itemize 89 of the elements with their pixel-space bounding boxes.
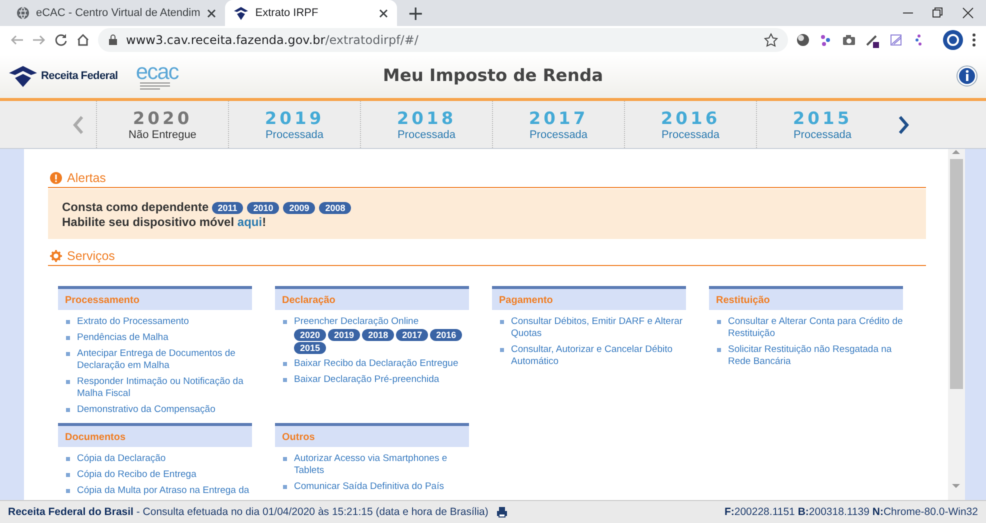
year-tab[interactable]: 2019 Processada xyxy=(228,101,360,148)
bullet-icon xyxy=(66,336,70,340)
bullet-icon xyxy=(66,352,70,356)
alert-icon xyxy=(50,172,62,184)
globe-icon xyxy=(16,6,30,20)
service-link[interactable]: Extrato do Processamento xyxy=(77,316,189,328)
year-badge[interactable]: 2020 xyxy=(294,329,326,341)
service-link[interactable]: Antecipar Entrega de Documentos de Declaração em Malha xyxy=(77,348,252,372)
year-badge[interactable]: 2018 xyxy=(362,329,394,341)
ecac-logo: ecac xyxy=(136,62,178,90)
year-tab[interactable]: 2018 Processada xyxy=(360,101,492,148)
year-badge[interactable]: 2011 xyxy=(212,202,244,214)
year-badge[interactable]: 2010 xyxy=(247,202,280,214)
extension-icon[interactable] xyxy=(796,33,810,47)
camera-icon[interactable] xyxy=(842,33,856,47)
year-badge[interactable]: 2008 xyxy=(319,202,352,214)
year-tab[interactable]: 2017 Processada xyxy=(492,101,624,148)
bullet-icon xyxy=(66,408,70,412)
bullet-icon xyxy=(283,485,287,489)
new-tab-button[interactable]: + xyxy=(407,0,424,26)
service-link[interactable]: Solicitar Restituição não Resgatada na Rede Bancária xyxy=(728,344,903,368)
bullet-icon xyxy=(283,362,287,366)
card-header: Pagamento xyxy=(492,286,686,310)
service-link[interactable]: Autorizar Acesso via Smartphones e Tablets xyxy=(294,453,469,477)
year-tab[interactable]: 2015 Processada xyxy=(756,101,888,148)
info-icon[interactable] xyxy=(956,65,978,87)
year-badge[interactable]: 2019 xyxy=(328,329,360,341)
profile-avatar-icon[interactable] xyxy=(943,30,963,50)
year-tab[interactable]: 2020 Não Entregue xyxy=(96,101,228,148)
bullet-icon xyxy=(283,320,287,324)
service-link[interactable]: Comunicar Saída Definitiva do País xyxy=(294,481,444,493)
status-text: Receita Federal do Brasil - Consulta efetuada no dia 01/04/2020 às 15:21:15 (data e hora de Brasília) xyxy=(8,506,488,518)
settings-icon xyxy=(50,250,62,262)
bullet-icon xyxy=(66,457,70,461)
close-icon[interactable] xyxy=(962,7,974,19)
star-icon[interactable] xyxy=(764,33,778,47)
bullet-icon xyxy=(717,348,721,352)
alert-text: Consta como dependente xyxy=(62,200,209,215)
brand-name: Receita Federal xyxy=(41,70,118,82)
service-link[interactable]: Cópia do Recibo de Entrega xyxy=(77,469,196,481)
bullet-icon xyxy=(500,320,504,324)
bullet-icon xyxy=(66,489,70,493)
service-link[interactable]: Demonstrativo da Compensação xyxy=(77,404,216,416)
service-link[interactable]: Preencher Declaração Online xyxy=(294,316,469,328)
link[interactable]: aqui xyxy=(237,215,262,229)
service-link[interactable]: Responder Intimação ou Notificação da Malha Fiscal xyxy=(77,376,252,400)
bullet-icon xyxy=(283,378,287,382)
service-link[interactable]: Consultar, Autorizar e Cancelar Débito Automático xyxy=(511,344,686,368)
close-icon[interactable] xyxy=(206,8,218,18)
bullet-icon xyxy=(66,473,70,477)
close-icon[interactable] xyxy=(378,8,390,18)
bullet-icon xyxy=(66,320,70,324)
browser-tab[interactable]: Extrato IRPF xyxy=(225,0,398,26)
bullet-icon xyxy=(283,457,287,461)
service-link[interactable]: Baixar Recibo da Declaração Entregue xyxy=(294,358,458,370)
bullet-icon xyxy=(717,320,721,324)
home-icon[interactable] xyxy=(76,33,90,47)
year-badge[interactable]: 2015 xyxy=(294,342,326,354)
service-link[interactable]: Baixar Declaração Pré-preenchida xyxy=(294,374,440,386)
extension-icon[interactable] xyxy=(819,33,833,47)
year-badge[interactable]: 2017 xyxy=(396,329,428,341)
section-header: Alertas xyxy=(48,171,926,188)
alert-text: Habilite seu dispositivo móvel aqui! xyxy=(62,215,268,230)
bullet-icon xyxy=(500,348,504,352)
service-link[interactable]: Consultar e Alterar Conta para Crédito de Restituição xyxy=(728,316,903,340)
service-link[interactable]: Consultar Débitos, Emitir DARF e Alterar Quotas xyxy=(511,316,686,340)
lock-icon xyxy=(108,34,118,46)
menu-icon[interactable] xyxy=(972,33,976,47)
service-link[interactable]: Pendências de Malha xyxy=(77,332,168,344)
version-info: F:200228.1151 B:200318.1139 N:Chrome-80.0-Win32 xyxy=(724,506,978,518)
bullet-icon xyxy=(66,380,70,384)
restore-icon[interactable] xyxy=(932,7,944,19)
section-header: Serviços xyxy=(48,249,926,266)
page-title: Meu Imposto de Renda xyxy=(382,66,604,86)
card-header: Processamento xyxy=(58,286,252,310)
printer-icon[interactable] xyxy=(496,506,508,518)
reload-icon[interactable] xyxy=(54,33,68,47)
card-header: Restituição xyxy=(709,286,903,310)
card-header: Documentos xyxy=(58,423,252,447)
card-header: Declaração xyxy=(275,286,469,310)
service-link[interactable]: Cópia da Multa por Atraso na Entrega da xyxy=(77,485,250,497)
year-tab[interactable]: 2016 Processada xyxy=(624,101,756,148)
browser-tab[interactable]: eCAC - Centro Virtual de Atendim xyxy=(8,0,226,26)
service-link[interactable]: Cópia da Declaração xyxy=(77,453,166,465)
address-bar[interactable]: www3.cav.receita.fazenda.gov.br/extratodirpf/#/ xyxy=(98,28,788,52)
card-header: Outros xyxy=(275,423,469,447)
year-badge[interactable]: 2009 xyxy=(283,202,316,214)
year-badge[interactable]: 2016 xyxy=(430,329,462,341)
url-text: www3.cav.receita.fazenda.gov.br/extratodirpf/#/ xyxy=(126,33,418,47)
